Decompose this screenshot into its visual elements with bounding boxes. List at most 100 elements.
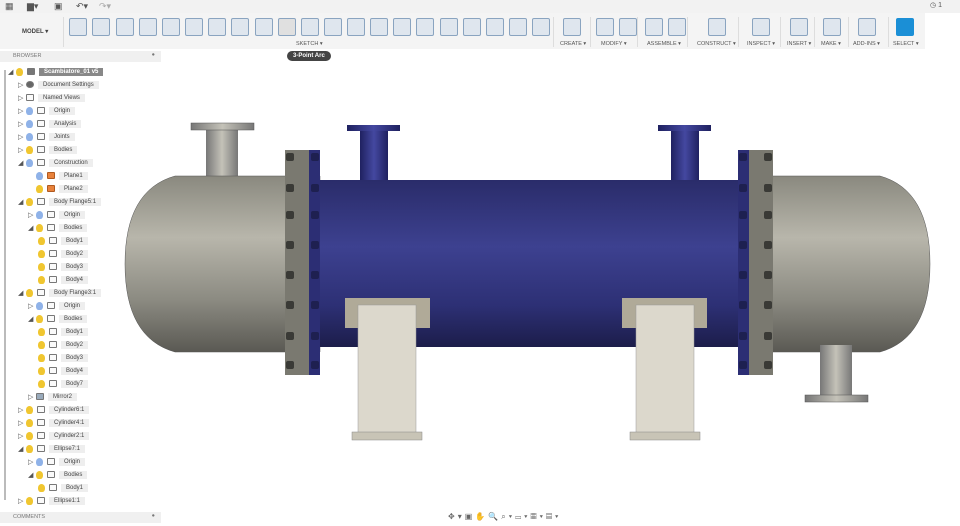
orbit-icon[interactable]: ✥▾ bbox=[448, 512, 465, 521]
browser-row[interactable]: ◢ Bodies bbox=[28, 313, 88, 324]
expand-toggle-icon[interactable]: ◢ bbox=[18, 198, 26, 206]
expand-toggle-icon[interactable]: ◢ bbox=[18, 445, 26, 453]
visibility-bulb-icon[interactable] bbox=[26, 158, 33, 167]
visibility-bulb-icon[interactable] bbox=[38, 353, 45, 362]
expand-toggle-icon[interactable]: ▷ bbox=[28, 393, 36, 401]
visibility-bulb-icon[interactable] bbox=[26, 431, 33, 440]
tool-button-1-icon[interactable] bbox=[92, 18, 110, 36]
expand-toggle-icon[interactable]: ▷ bbox=[18, 406, 26, 414]
tool-button-2-icon[interactable] bbox=[116, 18, 134, 36]
browser-row[interactable]: Body4 bbox=[38, 274, 89, 285]
visibility-bulb-icon[interactable] bbox=[26, 106, 33, 115]
tool-button-8-icon[interactable] bbox=[255, 18, 273, 36]
tool-button-26-icon[interactable] bbox=[708, 18, 726, 36]
sketch-menu[interactable]: SKETCH ▾ bbox=[296, 41, 323, 47]
make-menu[interactable]: MAKE ▾ bbox=[821, 41, 841, 47]
visibility-bulb-icon[interactable] bbox=[16, 67, 23, 76]
visibility-bulb-icon[interactable] bbox=[38, 236, 45, 245]
visibility-bulb-icon[interactable] bbox=[36, 223, 43, 232]
visibility-bulb-icon[interactable] bbox=[38, 483, 45, 492]
tool-button-10-icon[interactable] bbox=[301, 18, 319, 36]
grid-icon[interactable]: ▦▾ bbox=[531, 512, 546, 521]
browser-row[interactable]: Body3 bbox=[38, 352, 89, 363]
file-icon[interactable]: ▆▾ bbox=[27, 1, 38, 12]
visibility-bulb-icon[interactable] bbox=[26, 119, 33, 128]
job-status[interactable]: ◷ 1 bbox=[930, 1, 942, 9]
comments-panel[interactable]: COMMENTS ● bbox=[0, 512, 161, 523]
tool-button-27-icon[interactable] bbox=[752, 18, 770, 36]
browser-row[interactable]: Body1 bbox=[38, 326, 89, 337]
visibility-bulb-icon[interactable] bbox=[38, 249, 45, 258]
browser-row[interactable]: ▷ Origin bbox=[28, 209, 86, 220]
visibility-bulb-icon[interactable] bbox=[26, 288, 33, 297]
expand-toggle-icon[interactable]: ◢ bbox=[28, 315, 36, 323]
browser-row[interactable]: Plane1 bbox=[28, 170, 88, 181]
browser-row[interactable]: Body2 bbox=[38, 248, 89, 259]
browser-row[interactable]: Body4 bbox=[38, 365, 89, 376]
visibility-bulb-icon[interactable] bbox=[36, 301, 43, 310]
browser-row[interactable]: Body1 bbox=[38, 482, 89, 493]
fit-icon[interactable]: ⌕▾ bbox=[501, 512, 515, 521]
pan-icon[interactable]: ✋ bbox=[475, 512, 488, 521]
expand-toggle-icon[interactable]: ◢ bbox=[18, 289, 26, 297]
viewport-model[interactable] bbox=[110, 110, 950, 450]
browser-row[interactable]: Body2 bbox=[38, 339, 89, 350]
zoom-icon[interactable]: 🔍 bbox=[488, 512, 501, 521]
modify-menu[interactable]: MODIFY ▾ bbox=[601, 41, 627, 47]
expand-toggle-icon[interactable]: ▷ bbox=[28, 211, 36, 219]
undo-icon[interactable]: ↶▾ bbox=[76, 1, 88, 12]
expand-toggle-icon[interactable]: ▷ bbox=[18, 497, 26, 505]
create-menu[interactable]: CREATE ▾ bbox=[560, 41, 586, 47]
tool-button-6-icon[interactable] bbox=[208, 18, 226, 36]
browser-row[interactable]: ◢ Scambiatore_01 v5 bbox=[8, 66, 104, 77]
tool-button-4-icon[interactable] bbox=[162, 18, 180, 36]
assemble-menu[interactable]: ASSEMBLE ▾ bbox=[647, 41, 681, 47]
browser-row[interactable]: ▷ Cylinder4:1 bbox=[18, 417, 90, 428]
browser-row[interactable]: ▷ Origin bbox=[28, 456, 86, 467]
tool-button-29-icon[interactable] bbox=[823, 18, 841, 36]
tool-button-25-icon[interactable] bbox=[668, 18, 686, 36]
browser-row[interactable]: ▷ Joints bbox=[18, 131, 75, 142]
browser-row[interactable]: ▷ Bodies bbox=[18, 144, 78, 155]
tool-button-11-icon[interactable] bbox=[324, 18, 342, 36]
browser-row[interactable]: Body7 bbox=[38, 378, 89, 389]
visibility-bulb-icon[interactable] bbox=[38, 262, 45, 271]
tool-button-17-icon[interactable] bbox=[463, 18, 481, 36]
visibility-bulb-icon[interactable] bbox=[38, 366, 45, 375]
visibility-bulb-icon[interactable] bbox=[36, 470, 43, 479]
tool-button-28-icon[interactable] bbox=[790, 18, 808, 36]
visibility-bulb-icon[interactable] bbox=[26, 132, 33, 141]
browser-scrollbar[interactable] bbox=[4, 70, 6, 500]
expand-toggle-icon[interactable]: ◢ bbox=[8, 68, 16, 76]
visibility-bulb-icon[interactable] bbox=[26, 405, 33, 414]
browser-row[interactable]: ◢ Construction bbox=[18, 157, 93, 168]
expand-toggle-icon[interactable]: ▷ bbox=[18, 94, 26, 102]
visibility-bulb-icon[interactable] bbox=[36, 457, 43, 466]
browser-row[interactable]: ▷ Analysis bbox=[18, 118, 82, 129]
tool-button-18-icon[interactable] bbox=[486, 18, 504, 36]
tool-button-0-icon[interactable] bbox=[69, 18, 87, 36]
browser-row[interactable]: Body3 bbox=[38, 261, 89, 272]
app-grid-icon[interactable]: ▦ bbox=[5, 1, 14, 12]
visibility-bulb-icon[interactable] bbox=[26, 444, 33, 453]
browser-row[interactable]: ◢ Body Flange3:1 bbox=[18, 287, 102, 298]
visibility-bulb-icon[interactable] bbox=[36, 184, 43, 193]
visibility-bulb-icon[interactable] bbox=[26, 418, 33, 427]
tool-button-14-icon[interactable] bbox=[393, 18, 411, 36]
settings-dot-icon[interactable]: ● bbox=[152, 52, 155, 58]
expand-toggle-icon[interactable]: ▷ bbox=[18, 81, 26, 89]
browser-row[interactable]: ◢ Bodies bbox=[28, 222, 88, 233]
browser-row[interactable]: ◢ Body Flange5:1 bbox=[18, 196, 102, 207]
tool-button-19-icon[interactable] bbox=[509, 18, 527, 36]
select-menu[interactable]: SELECT ▾ bbox=[893, 41, 919, 47]
settings-dot-icon[interactable]: ● bbox=[152, 513, 155, 519]
tool-button-15-icon[interactable] bbox=[416, 18, 434, 36]
visibility-bulb-icon[interactable] bbox=[26, 145, 33, 154]
expand-toggle-icon[interactable]: ▷ bbox=[18, 146, 26, 154]
tool-button-31-icon[interactable] bbox=[896, 18, 914, 36]
tool-button-5-icon[interactable] bbox=[185, 18, 203, 36]
expand-toggle-icon[interactable]: ▷ bbox=[18, 120, 26, 128]
tool-button-16-icon[interactable] bbox=[440, 18, 458, 36]
construct-menu[interactable]: CONSTRUCT ▾ bbox=[697, 41, 736, 47]
visibility-bulb-icon[interactable] bbox=[36, 171, 43, 180]
